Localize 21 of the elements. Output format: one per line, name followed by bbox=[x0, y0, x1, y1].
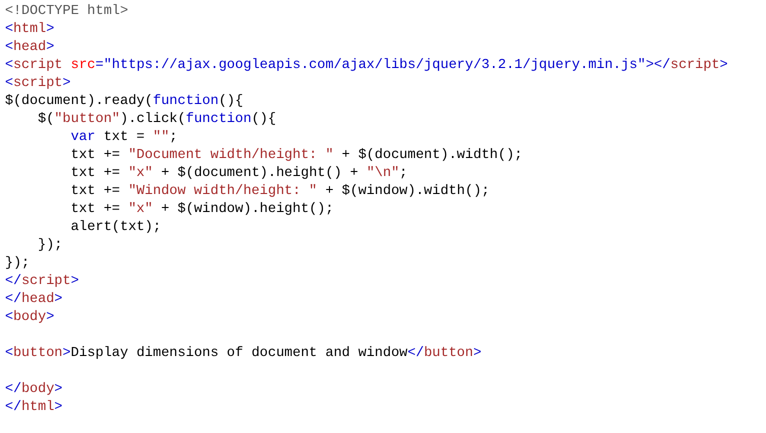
code-line: <button>Display dimensions of document and window</button> bbox=[5, 345, 482, 363]
code-line: <script> bbox=[5, 75, 71, 93]
code-line: </html> bbox=[5, 399, 63, 417]
code-line: var txt = ""; bbox=[70, 129, 178, 147]
code-line: txt += "x" + $(document).height() + "\n"; bbox=[70, 165, 408, 183]
code-line: <html> bbox=[5, 21, 54, 39]
code-line: $("button").click(function(){ bbox=[36, 111, 276, 129]
code-line: <body> bbox=[5, 309, 54, 327]
code-line: }); bbox=[36, 237, 62, 255]
code-line: alert(txt); bbox=[70, 219, 162, 237]
code-line: txt += "Window width/height: " + $(window).width(); bbox=[70, 183, 490, 201]
code-line: txt += "Document width/height: " + $(document).width(); bbox=[70, 147, 522, 165]
code-line: <!DOCTYPE html> bbox=[5, 3, 128, 21]
code-line: txt += "x" + $(window).height(); bbox=[70, 201, 334, 219]
code-line: </script> bbox=[5, 273, 79, 291]
code-line: <head> bbox=[5, 39, 54, 57]
code-line: </body> bbox=[5, 381, 63, 399]
code-line: }); bbox=[5, 255, 30, 273]
code-line: $(document).ready(function(){ bbox=[5, 93, 244, 111]
code-line: <script src="https://ajax.googleapis.com/ajax/libs/jquery/3.2.1/jquery.min.js"></script> bbox=[5, 57, 728, 75]
code-line: </head> bbox=[5, 291, 63, 309]
